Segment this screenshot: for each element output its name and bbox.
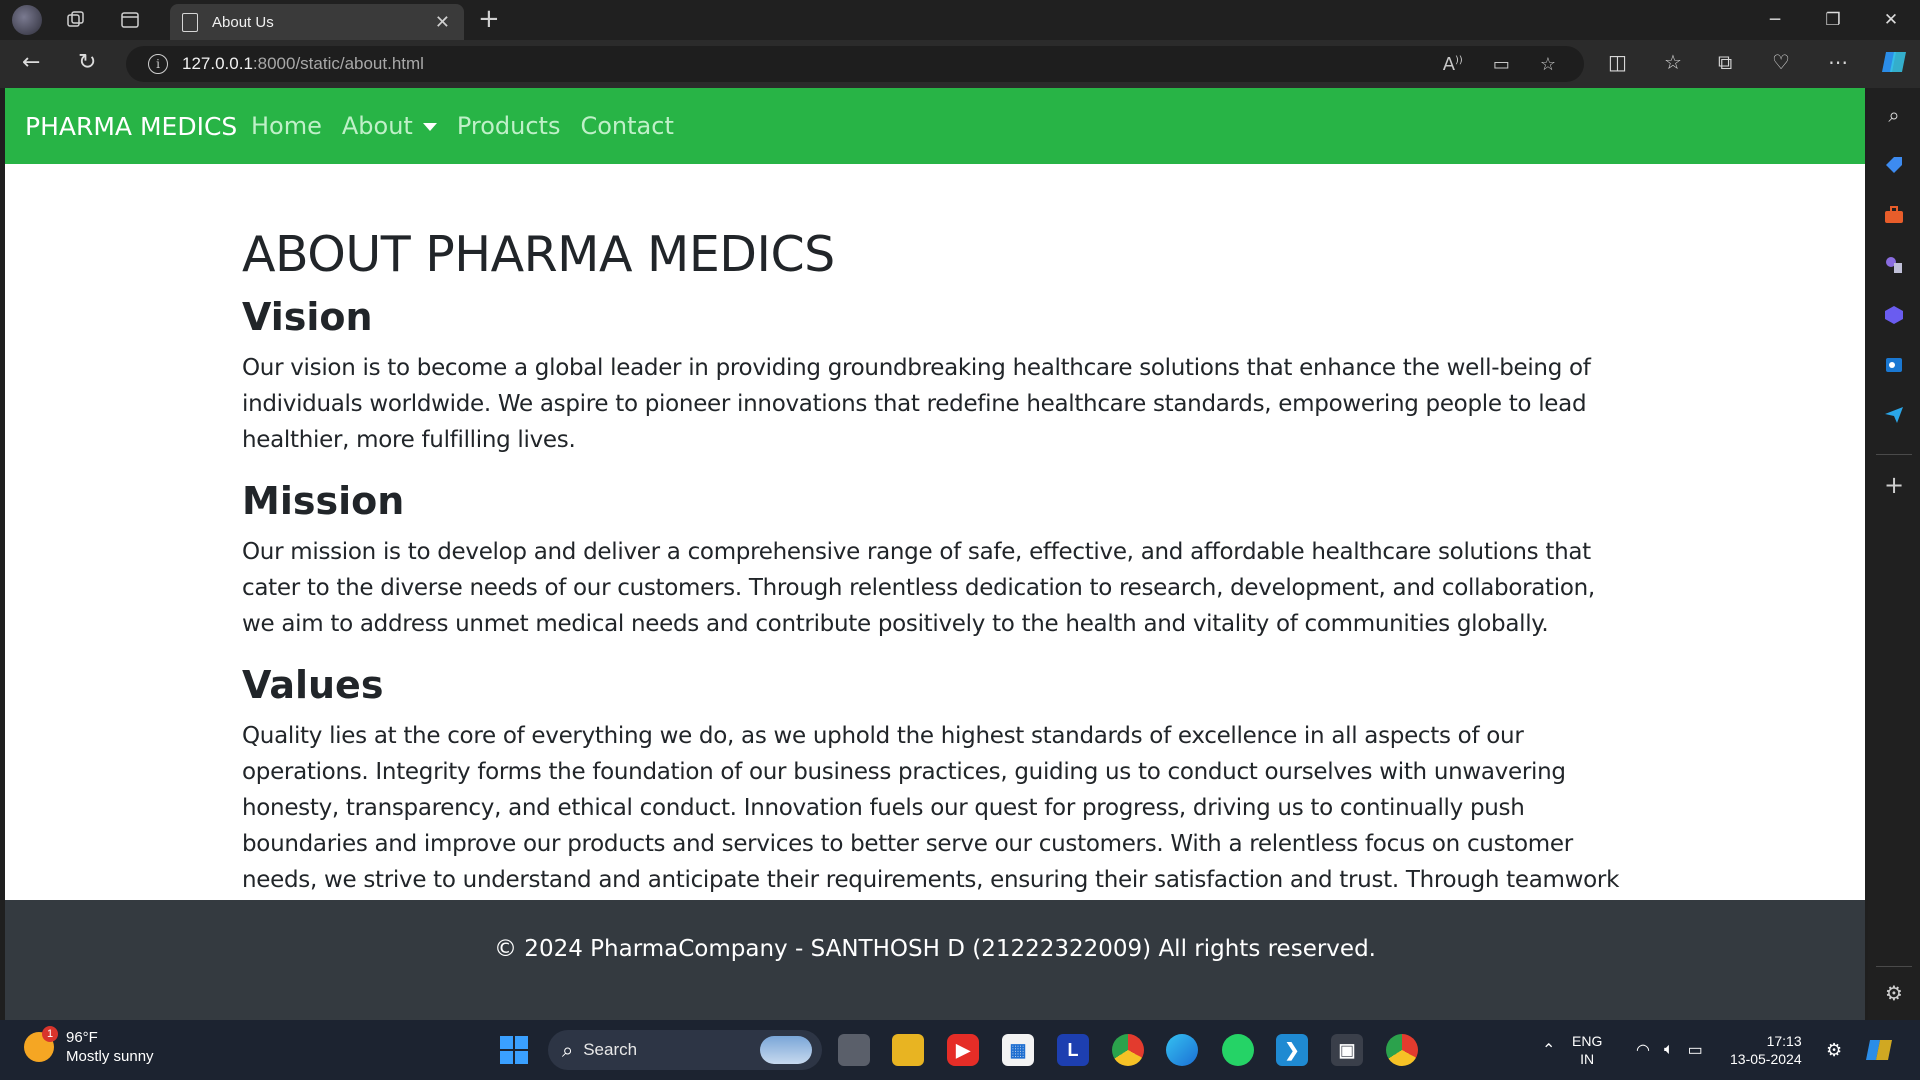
tools-icon[interactable] (1881, 202, 1907, 228)
taskbar-search[interactable]: ⌕ Search (548, 1030, 822, 1070)
add-sidebar-app-icon[interactable]: + (1881, 471, 1907, 499)
page-viewport: PHARMA MEDICS Home About Products Contac… (5, 88, 1865, 1020)
copilot-icon[interactable] (1880, 48, 1908, 81)
settings-gear-icon[interactable]: ⚙ (1881, 980, 1907, 1006)
address-bar[interactable]: i 127.0.0.1:8000/static/about.html A)) ▭… (126, 46, 1584, 82)
section-text-mission: Our mission is to develop and deliver a … (242, 539, 1595, 637)
chrome-profile-icon[interactable] (1386, 1034, 1418, 1066)
favorites-icon[interactable]: ☆ (1664, 50, 1682, 74)
search-icon[interactable]: ⌕ (1881, 102, 1907, 128)
wifi-icon[interactable]: ◠ (1636, 1040, 1650, 1060)
nav-home[interactable]: Home (251, 112, 322, 140)
tab-title: About Us (212, 13, 274, 31)
edge-icon[interactable] (1166, 1034, 1198, 1066)
language-indicator[interactable]: ENG IN (1572, 1032, 1602, 1068)
dropdown-caret-icon (422, 123, 437, 131)
youtube-icon[interactable]: ▶ (947, 1034, 979, 1066)
more-menu-icon[interactable]: ⋯ (1828, 50, 1848, 74)
sidebar-divider (1876, 966, 1912, 967)
address-toolbar: ← ↻ i 127.0.0.1:8000/static/about.html A… (0, 40, 1920, 88)
profile-avatar[interactable] (12, 5, 42, 35)
windows-start-icon[interactable] (500, 1036, 528, 1064)
edge-sidebar: ⌕ + ⚙ (1868, 88, 1920, 1020)
vscode-icon[interactable]: ❯ (1276, 1034, 1308, 1066)
tab-actions-icon[interactable] (116, 8, 144, 32)
send-icon[interactable] (1881, 402, 1907, 428)
weather-widget[interactable]: 1 96°F Mostly sunny (24, 1026, 154, 1066)
task-view-icon[interactable] (838, 1034, 870, 1066)
restore-icon[interactable]: ❐ (1804, 0, 1862, 40)
notification-badge: 1 (42, 1026, 58, 1042)
volume-muted-icon[interactable]: 🔈︎ (1664, 1041, 1674, 1059)
browser-title-bar: About Us ✕ + ─ ❐ ✕ (0, 0, 1920, 40)
page-icon (182, 12, 198, 32)
favorite-star-icon[interactable]: ☆ (1540, 54, 1556, 75)
games-icon[interactable] (1881, 252, 1907, 278)
office-icon[interactable] (1881, 302, 1907, 328)
clock[interactable]: 17:13 13-05-2024 (1730, 1032, 1802, 1068)
workspaces-icon[interactable] (62, 8, 90, 32)
temperature-text: 96°F (66, 1029, 98, 1046)
microsoft-store-icon[interactable]: ▦ (1002, 1034, 1034, 1066)
section-heading-mission: Mission (242, 479, 405, 523)
read-aloud-icon[interactable]: A)) (1443, 54, 1463, 75)
url-text: 127.0.0.1:8000/static/about.html (182, 54, 424, 73)
search-label: Search (583, 1040, 638, 1059)
site-navbar: PHARMA MEDICS Home About Products Contac… (5, 88, 1865, 164)
minimize-icon[interactable]: ─ (1746, 0, 1804, 40)
close-window-icon[interactable]: ✕ (1862, 0, 1920, 40)
sidebar-divider (1876, 454, 1912, 455)
collections-icon[interactable]: ⧉ (1718, 50, 1732, 74)
notification-center-icon[interactable]: ⚙ (1826, 1020, 1842, 1080)
nav-products[interactable]: Products (457, 112, 561, 140)
windows-taskbar: 1 96°F Mostly sunny ⌕ Search ▶ ▦ L ❯ ▣ ⌃… (0, 1020, 1920, 1080)
footer-copyright: © 2024 PharmaCompany - SANTHOSH D (21222… (494, 936, 1376, 962)
back-icon[interactable]: ← (22, 50, 40, 75)
section-text-vision: Our vision is to become a global leader … (242, 355, 1591, 453)
browser-essentials-icon[interactable]: ♡ (1772, 50, 1790, 74)
brand-logo-text[interactable]: PHARMA MEDICS (25, 112, 237, 141)
clock-date: 13-05-2024 (1730, 1051, 1802, 1067)
about-content: ABOUT PHARMA MEDICS Vision Our vision is… (242, 222, 1632, 948)
section-heading-vision: Vision (242, 295, 373, 339)
shopping-tag-icon[interactable] (1881, 152, 1907, 178)
sun-icon: 1 (24, 1026, 58, 1062)
nav-about[interactable]: About (342, 112, 437, 140)
close-tab-icon[interactable]: ✕ (435, 12, 450, 33)
l-app-icon[interactable]: L (1057, 1034, 1089, 1066)
nav-contact[interactable]: Contact (580, 112, 673, 140)
new-tab-icon[interactable]: + (478, 4, 500, 34)
search-highlight-image (760, 1036, 812, 1064)
terminal-icon[interactable]: ▣ (1331, 1034, 1363, 1066)
whatsapp-icon[interactable] (1222, 1034, 1254, 1066)
site-footer: © 2024 PharmaCompany - SANTHOSH D (21222… (5, 900, 1865, 1020)
site-info-icon[interactable]: i (148, 54, 168, 74)
nav-links: Home About Products Contact (251, 112, 674, 140)
weather-condition-text: Mostly sunny (66, 1048, 154, 1065)
tab-about-us[interactable]: About Us ✕ (170, 4, 464, 40)
search-icon: ⌕ (562, 1038, 574, 1062)
show-hidden-icons-chevron-icon[interactable]: ⌃ (1542, 1020, 1555, 1080)
clock-time: 17:13 (1766, 1033, 1802, 1049)
split-screen-icon[interactable]: ◫ (1608, 50, 1627, 74)
section-heading-values: Values (242, 663, 384, 707)
copilot-taskbar-icon[interactable] (1866, 1020, 1894, 1080)
file-explorer-icon[interactable] (892, 1034, 924, 1066)
window-controls: ─ ❐ ✕ (1746, 0, 1920, 40)
page-title: ABOUT PHARMA MEDICS (242, 226, 835, 283)
outlook-icon[interactable] (1881, 352, 1907, 378)
chrome-icon[interactable] (1112, 1034, 1144, 1066)
battery-icon[interactable]: ▭ (1688, 1040, 1703, 1060)
refresh-icon[interactable]: ↻ (78, 50, 96, 75)
immersive-reader-icon[interactable]: ▭ (1493, 54, 1510, 75)
system-tray: ◠ 🔈︎ ▭ (1636, 1020, 1703, 1080)
